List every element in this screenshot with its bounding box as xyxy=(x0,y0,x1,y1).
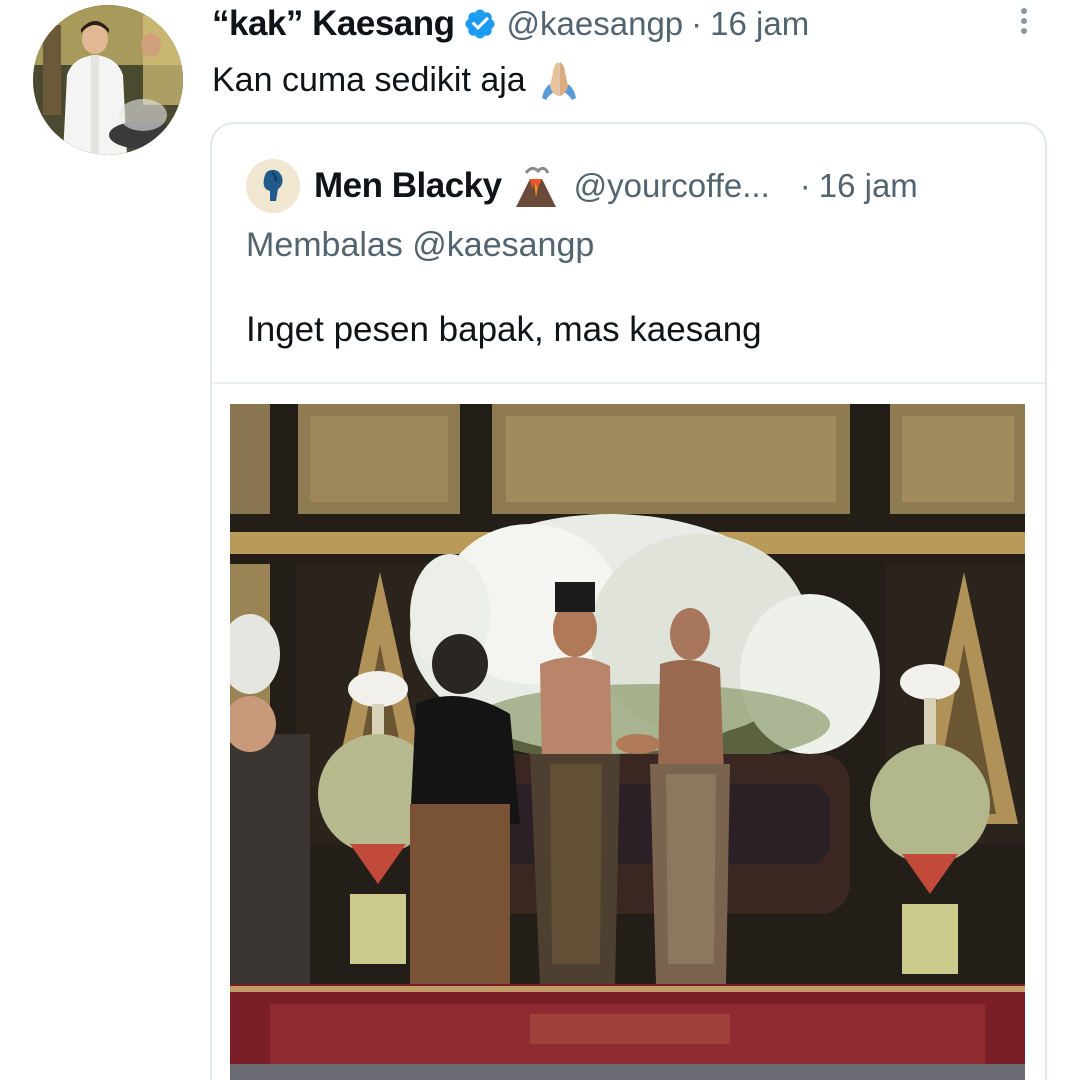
tweet-timestamp[interactable]: 16 jam xyxy=(710,5,809,43)
wedding-ceremony-photo xyxy=(230,404,1025,1080)
separator-dot: · xyxy=(691,5,703,42)
quoted-author-avatar[interactable] xyxy=(246,159,300,213)
quoted-avatar-image xyxy=(263,169,283,201)
author-avatar[interactable] xyxy=(33,5,183,155)
author-handle[interactable]: @kaesangp xyxy=(507,5,684,43)
verified-badge-icon xyxy=(463,7,497,41)
reply-mention-link[interactable]: @kaesangp xyxy=(412,226,594,264)
tweet-header: “kak” Kaesang @kaesangp · 16 jam xyxy=(212,2,809,46)
quoted-tweet-card[interactable]: Men Blacky @yourcoffe... · 16 jam Membal… xyxy=(210,122,1047,1080)
media-divider xyxy=(212,382,1045,384)
volcano-icon xyxy=(512,163,560,209)
quoted-separator-dot: · xyxy=(799,167,811,204)
reply-label: Membalas xyxy=(246,226,403,264)
more-options-icon[interactable] xyxy=(1012,4,1036,44)
replying-to-label: Membalas @kaesangp xyxy=(246,226,594,265)
quoted-tweet-text: Inget pesen bapak, mas kaesang xyxy=(246,310,762,349)
avatar-photo xyxy=(33,5,183,155)
quoted-tweet-photo[interactable] xyxy=(230,404,1025,1080)
quoted-tweet-timestamp[interactable]: 16 jam xyxy=(819,167,918,205)
folded-hands-icon xyxy=(536,58,582,102)
tweet-body: Kan cuma sedikit aja xyxy=(212,60,526,99)
author-display-name[interactable]: “kak” Kaesang xyxy=(212,4,455,44)
quoted-tweet-header: Men Blacky @yourcoffe... · 16 jam xyxy=(246,158,1026,214)
quoted-author-handle[interactable]: @yourcoffe... xyxy=(574,167,770,205)
quoted-author-display-name[interactable]: Men Blacky xyxy=(314,166,502,206)
tweet-text: Kan cuma sedikit aja xyxy=(212,58,582,102)
